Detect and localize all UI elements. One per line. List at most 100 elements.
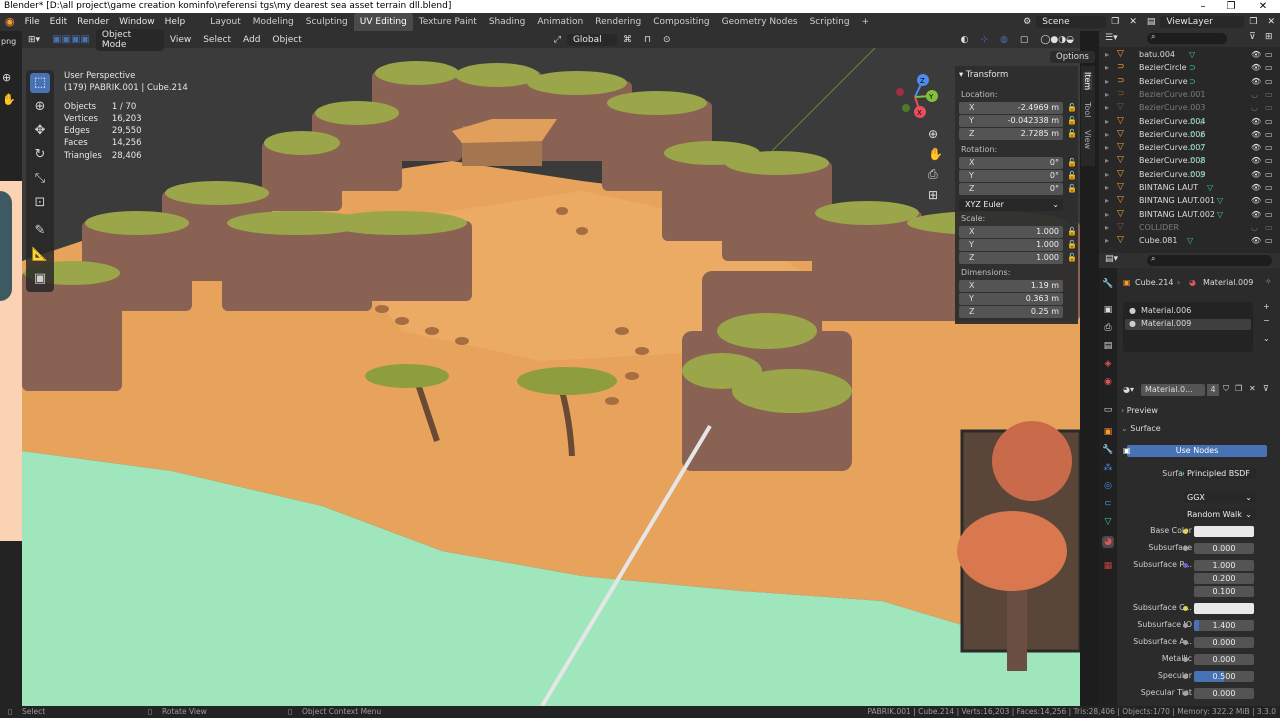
render-camera-icon[interactable]: ▭ xyxy=(1265,208,1273,221)
lock-icon[interactable]: 🔓 xyxy=(1067,253,1077,262)
minimize-icon[interactable]: – xyxy=(1190,0,1216,13)
menu-add[interactable]: Add xyxy=(237,35,266,45)
tab-tool[interactable]: Tool xyxy=(1083,102,1092,118)
remove-slot-icon[interactable]: − xyxy=(1263,316,1270,325)
radius-z-field[interactable]: 0.100 xyxy=(1194,586,1254,597)
scene-selector[interactable]: Scene xyxy=(1036,16,1107,28)
particles-tab-icon[interactable]: ⁂ xyxy=(1102,462,1114,474)
visibility-eye-icon[interactable]: 👁 xyxy=(1251,194,1261,207)
list-item[interactable]: ▸ ⊃ BezierCurve ⊃ 👁 ▭ xyxy=(1099,75,1280,88)
physics-tab-icon[interactable]: ◎ xyxy=(1102,480,1114,492)
visibility-eye-icon[interactable]: 👁 xyxy=(1251,75,1261,88)
material-browse-icon[interactable]: ◕▾ xyxy=(1123,385,1134,394)
pivot-icon[interactable]: ⌘ xyxy=(617,35,638,45)
list-item[interactable]: ● Material.009 xyxy=(1125,319,1251,330)
expand-icon[interactable]: ▸ xyxy=(1105,48,1109,61)
view-layer-close-icon[interactable]: ✕ xyxy=(1262,13,1280,31)
lock-icon[interactable]: 🔓 xyxy=(1067,227,1077,236)
expand-icon[interactable]: ▸ xyxy=(1105,208,1109,221)
render-camera-icon[interactable]: ▭ xyxy=(1265,75,1273,88)
menu-file[interactable]: File xyxy=(20,13,45,31)
list-item[interactable]: ▸ ▽ BezierCurve.007 ⊃ ▽ 👁 ▭ xyxy=(1099,141,1280,154)
material-name-field[interactable]: Material.0... xyxy=(1141,384,1205,396)
render-camera-icon[interactable]: ▭ xyxy=(1265,194,1273,207)
visibility-eye-icon[interactable]: 👁 xyxy=(1251,61,1261,74)
add-workspace-button[interactable]: + xyxy=(856,13,876,31)
visibility-eye-icon[interactable]: 👁 xyxy=(1251,48,1261,61)
surface-section[interactable]: ⌄ Surface xyxy=(1121,424,1277,437)
metallic-field[interactable]: 0.000 xyxy=(1194,654,1254,665)
visibility-eye-icon[interactable]: 👁 xyxy=(1251,115,1261,128)
rotate-tool-icon[interactable]: ↻ xyxy=(30,145,50,165)
visibility-eye-icon[interactable]: 👁 xyxy=(1251,141,1261,154)
dimension-z-field[interactable]: Z 0.25 m xyxy=(959,306,1063,318)
tab-sculpting[interactable]: Sculpting xyxy=(300,13,354,31)
visibility-eye-icon[interactable]: 👁 xyxy=(1251,234,1261,247)
render-camera-icon[interactable]: ▭ xyxy=(1265,154,1273,167)
side-hand-icon[interactable]: ✋ xyxy=(2,93,16,106)
visibility-icon[interactable]: ◐ xyxy=(955,35,975,45)
subsurface-color-swatch[interactable] xyxy=(1194,603,1254,614)
rotation-z-field[interactable]: Z 0° xyxy=(959,183,1063,195)
overlay-toggle-icon[interactable]: ◍ xyxy=(994,35,1014,45)
render-camera-icon[interactable]: ▭ xyxy=(1265,168,1273,181)
rotation-x-field[interactable]: X 0° xyxy=(959,157,1063,169)
expand-icon[interactable]: ▸ xyxy=(1105,194,1109,207)
transform-tool-icon[interactable]: ⊡ xyxy=(30,193,50,213)
visibility-eye-icon[interactable]: 👁 xyxy=(1251,181,1261,194)
orientation-selector[interactable]: Global xyxy=(566,33,617,46)
list-item[interactable]: ▸ ▽ batu.004 ▽ 👁 ▭ xyxy=(1099,48,1280,61)
scene-close-icon[interactable]: ✕ xyxy=(1124,13,1142,31)
render-camera-icon[interactable]: ▭ xyxy=(1265,48,1273,61)
properties-search-input[interactable]: ⌕ xyxy=(1147,254,1272,266)
tab-modeling[interactable]: Modeling xyxy=(247,13,300,31)
measure-tool-icon[interactable]: 📐 xyxy=(30,245,50,265)
hidden-eye-icon[interactable]: ◡ xyxy=(1251,221,1258,234)
subsurface-anisotropy-field[interactable]: 0.000 xyxy=(1194,637,1254,648)
cursor-tool-icon[interactable]: ⊕ xyxy=(30,97,50,117)
render-camera-icon[interactable]: ▭ xyxy=(1265,128,1273,141)
zoom-view-icon[interactable]: ⊕ xyxy=(928,127,938,141)
list-item[interactable]: ▸ ▽ BezierCurve.006 ⊃ ▽ 👁 ▭ xyxy=(1099,128,1280,141)
blender-logo-icon[interactable]: ◉ xyxy=(0,13,20,31)
expand-icon[interactable]: ▸ xyxy=(1105,75,1109,88)
render-camera-icon[interactable]: ▭ xyxy=(1265,141,1273,154)
scale-z-field[interactable]: Z 1.000 xyxy=(959,252,1063,264)
list-item[interactable]: ▸ ▽ BINTANG LAUT ▽ 👁 ▭ xyxy=(1099,181,1280,194)
location-x-field[interactable]: X -2.4969 m xyxy=(959,102,1063,114)
view-layer-copy-icon[interactable]: ❐ xyxy=(1244,13,1262,31)
menu-edit[interactable]: Edit xyxy=(45,13,72,31)
lock-icon[interactable]: 🔓 xyxy=(1067,103,1077,112)
pin-icon[interactable]: ✧ xyxy=(1265,277,1272,286)
render-camera-icon[interactable]: ▭ xyxy=(1265,115,1273,128)
render-camera-icon[interactable]: ▭ xyxy=(1265,101,1273,114)
view-layer-selector[interactable]: ViewLayer xyxy=(1160,16,1245,28)
expand-icon[interactable]: ▸ xyxy=(1105,101,1109,114)
render-tab-icon[interactable]: ▣ xyxy=(1102,304,1114,316)
tab-layout[interactable]: Layout xyxy=(204,13,247,31)
scale-x-field[interactable]: X 1.000 xyxy=(959,226,1063,238)
rotation-mode-dropdown[interactable]: XYZ Euler ⌄ xyxy=(959,199,1063,211)
list-item[interactable]: ▸ ▽ BezierCurve.004 ⊃ ▽ 👁 ▭ xyxy=(1099,115,1280,128)
data-tab-icon[interactable]: ▽ xyxy=(1102,516,1114,528)
list-item[interactable]: ▸ ▽ BezierCurve.009 ⊃ ▽ 👁 ▭ xyxy=(1099,168,1280,181)
use-nodes-button[interactable]: Use Nodes xyxy=(1127,445,1267,457)
ortho-toggle-icon[interactable]: ⊞ xyxy=(928,188,938,202)
radius-y-field[interactable]: 0.200 xyxy=(1194,573,1254,584)
tab-rendering[interactable]: Rendering xyxy=(589,13,647,31)
subsurface-field[interactable]: 0.000 xyxy=(1194,543,1254,554)
tab-animation[interactable]: Animation xyxy=(531,13,589,31)
render-camera-icon[interactable]: ▭ xyxy=(1265,234,1273,247)
user-count[interactable]: 4 xyxy=(1207,384,1219,396)
mode-selector[interactable]: Object Mode xyxy=(95,28,164,51)
tab-compositing[interactable]: Compositing xyxy=(647,13,715,31)
list-item[interactable]: ▸ ▽ BINTANG LAUT.002 ▽ 👁 ▭ xyxy=(1099,208,1280,221)
list-item[interactable]: ● Material.006 xyxy=(1125,306,1251,317)
hidden-eye-icon[interactable]: ◡ xyxy=(1251,101,1258,114)
base-color-swatch[interactable] xyxy=(1194,526,1254,537)
scene-tab-icon[interactable]: ◈ xyxy=(1102,358,1114,370)
list-item[interactable]: ▸ ▽ BINTANG LAUT.001 ▽ 👁 ▭ xyxy=(1099,194,1280,207)
expand-icon[interactable]: ▸ xyxy=(1105,154,1109,167)
options-button[interactable]: Options xyxy=(1050,51,1095,63)
modifier-tab-icon[interactable]: 🔧 xyxy=(1102,444,1114,456)
